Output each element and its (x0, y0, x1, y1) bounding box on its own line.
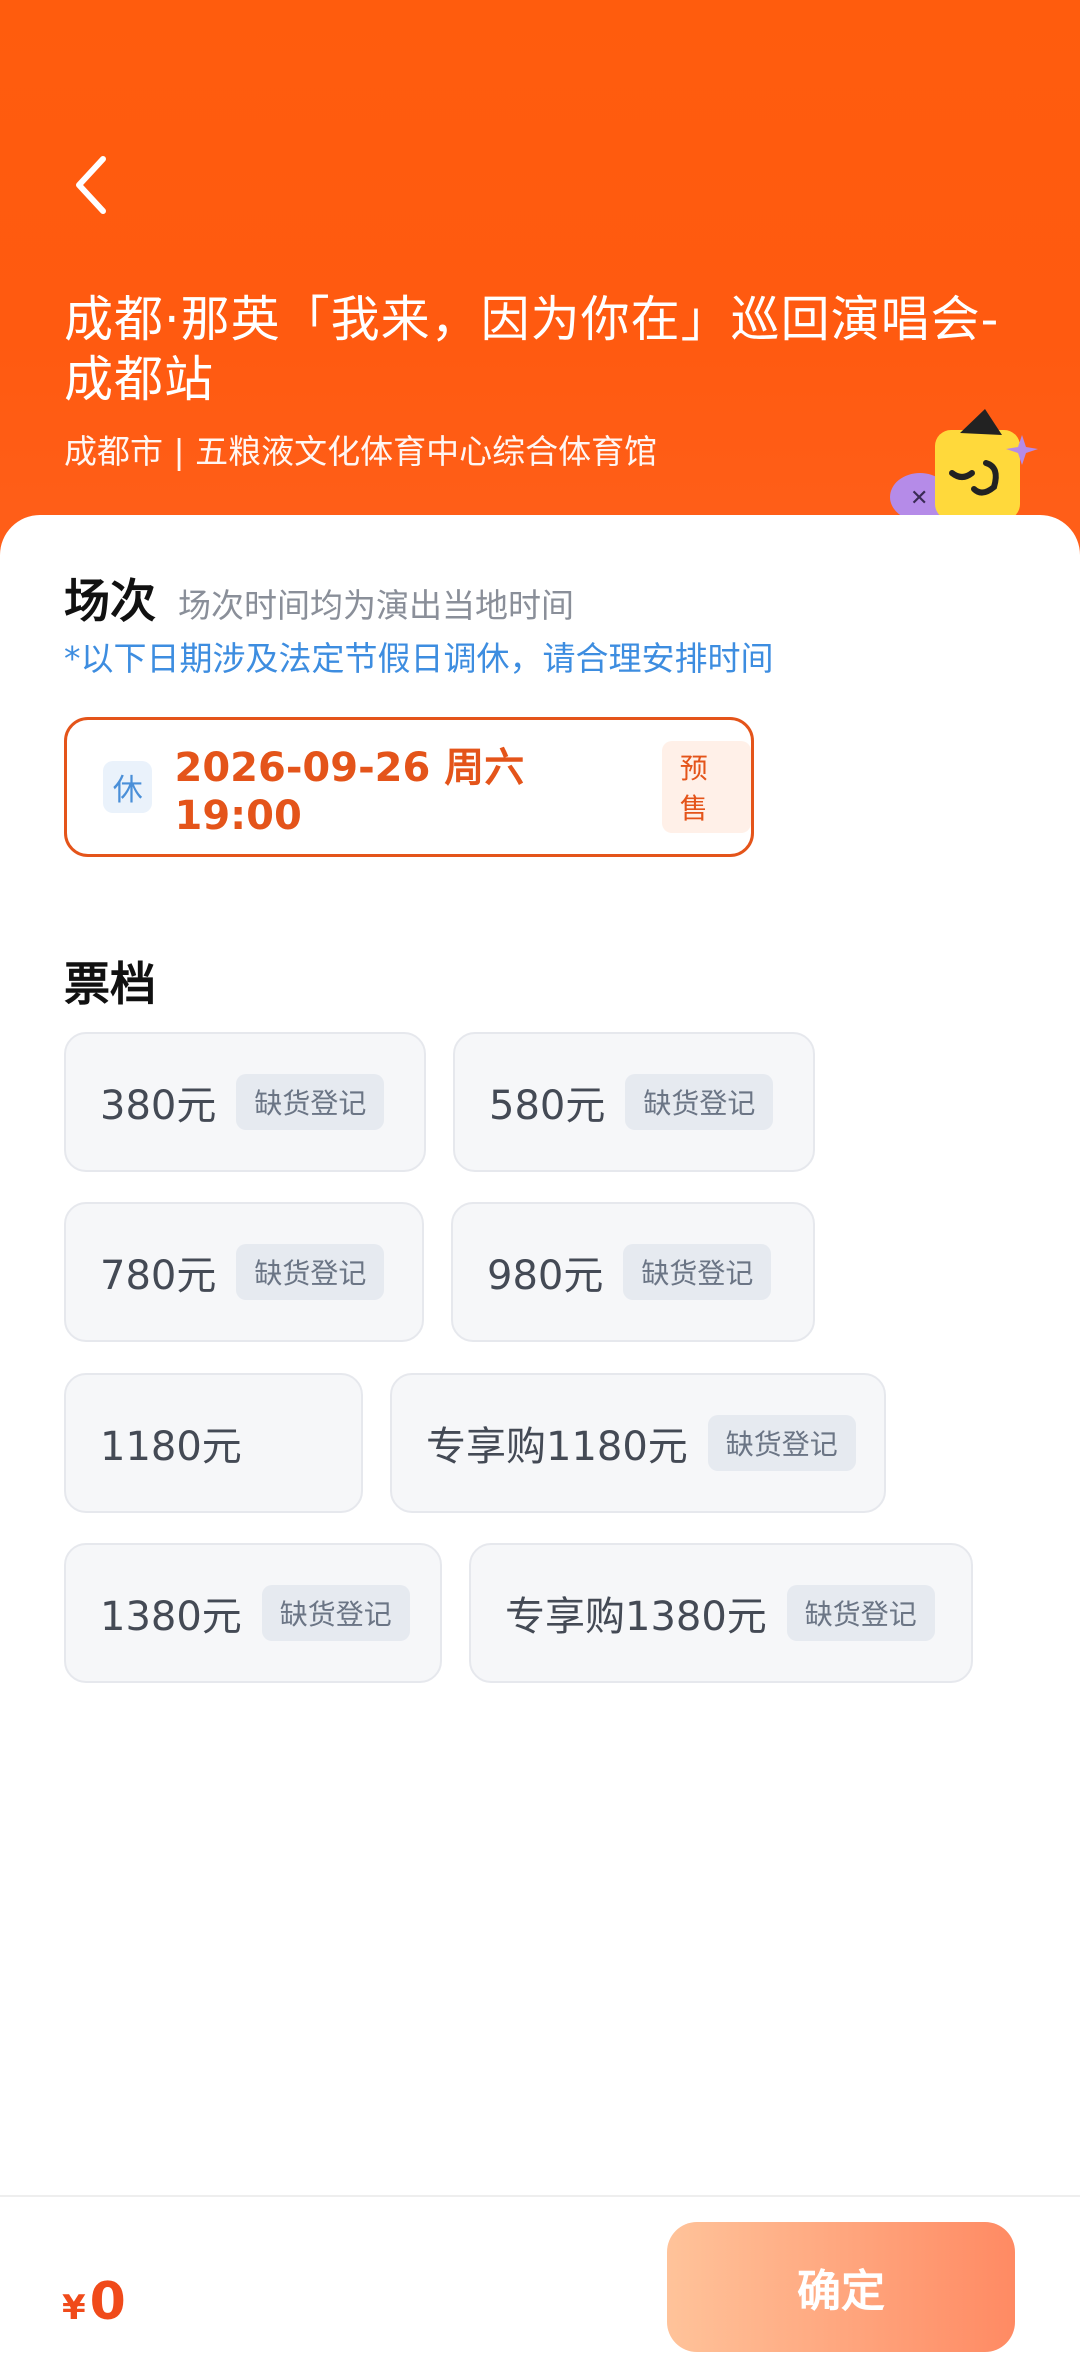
event-header: 成都·那英「我来，因为你在」巡回演唱会-成都站 成都市 | 五粮液文化体育中心综… (0, 0, 1080, 560)
tier-option-780[interactable]: 780元 缺货登记 (64, 1202, 424, 1342)
confirm-button[interactable]: 确定 (667, 2222, 1015, 2352)
tier-option-580[interactable]: 580元 缺货登记 (453, 1032, 815, 1172)
holiday-note: *以下日期涉及法定节假日调休，请合理安排时间 (64, 639, 774, 678)
out-of-stock-badge[interactable]: 缺货登记 (625, 1074, 774, 1130)
tier-price: 1380元 (100, 1594, 242, 1640)
tier-section-title: 票档 (64, 957, 156, 1011)
out-of-stock-badge[interactable]: 缺货登记 (786, 1585, 935, 1641)
out-of-stock-badge[interactable]: 缺货登记 (707, 1415, 856, 1471)
session-time: 2026-09-26 周六 19:00 (174, 745, 525, 839)
chevron-left-icon (76, 156, 106, 214)
session-option[interactable]: 休 2026-09-26 周六 19:00 预售 (64, 717, 754, 857)
tier-price: 专享购1380元 (505, 1594, 767, 1640)
presale-badge: 预售 (661, 741, 751, 833)
tier-option-exclusive-1180[interactable]: 专享购1180元 缺货登记 (390, 1373, 886, 1513)
currency-symbol: ¥ (62, 2288, 86, 2328)
tier-option-380[interactable]: 380元 缺货登记 (64, 1032, 426, 1172)
rest-day-tag: 休 (103, 761, 153, 813)
svg-text:✕: ✕ (910, 486, 928, 511)
session-section-title: 场次 (64, 574, 156, 628)
out-of-stock-badge[interactable]: 缺货登记 (623, 1244, 772, 1300)
tier-option-exclusive-1380[interactable]: 专享购1380元 缺货登记 (469, 1543, 973, 1683)
session-section-header: 场次 场次时间均为演出当地时间 (64, 565, 574, 631)
tier-price: 380元 (100, 1083, 217, 1129)
tier-price: 780元 (100, 1253, 217, 1299)
tier-price: 580元 (489, 1083, 606, 1129)
mascot-illustration: ✕ (890, 409, 1038, 521)
session-time-hint: 场次时间均为演出当地时间 (178, 586, 574, 625)
tier-option-1380[interactable]: 1380元 缺货登记 (64, 1543, 442, 1683)
back-button[interactable] (56, 145, 126, 225)
out-of-stock-badge[interactable]: 缺货登记 (236, 1074, 385, 1130)
tier-price: 专享购1180元 (426, 1424, 688, 1470)
total-price: ¥ 0 (62, 2272, 126, 2332)
total-amount: 0 (89, 2272, 126, 2332)
bottom-action-bar: ¥ 0 确定 (0, 2195, 1080, 2375)
event-title: 成都·那英「我来，因为你在」巡回演唱会-成都站 (64, 291, 1000, 408)
tier-option-1180[interactable]: 1180元 (64, 1373, 363, 1513)
event-venue: 成都市 | 五粮液文化体育中心综合体育馆 (64, 432, 658, 471)
ticket-selection-page: 成都·那英「我来，因为你在」巡回演唱会-成都站 成都市 | 五粮液文化体育中心综… (0, 0, 1080, 2375)
tier-price: 980元 (487, 1253, 604, 1299)
tier-price: 1180元 (100, 1424, 242, 1470)
out-of-stock-badge[interactable]: 缺货登记 (261, 1585, 410, 1641)
out-of-stock-badge[interactable]: 缺货登记 (236, 1244, 385, 1300)
tier-option-980[interactable]: 980元 缺货登记 (451, 1202, 815, 1342)
